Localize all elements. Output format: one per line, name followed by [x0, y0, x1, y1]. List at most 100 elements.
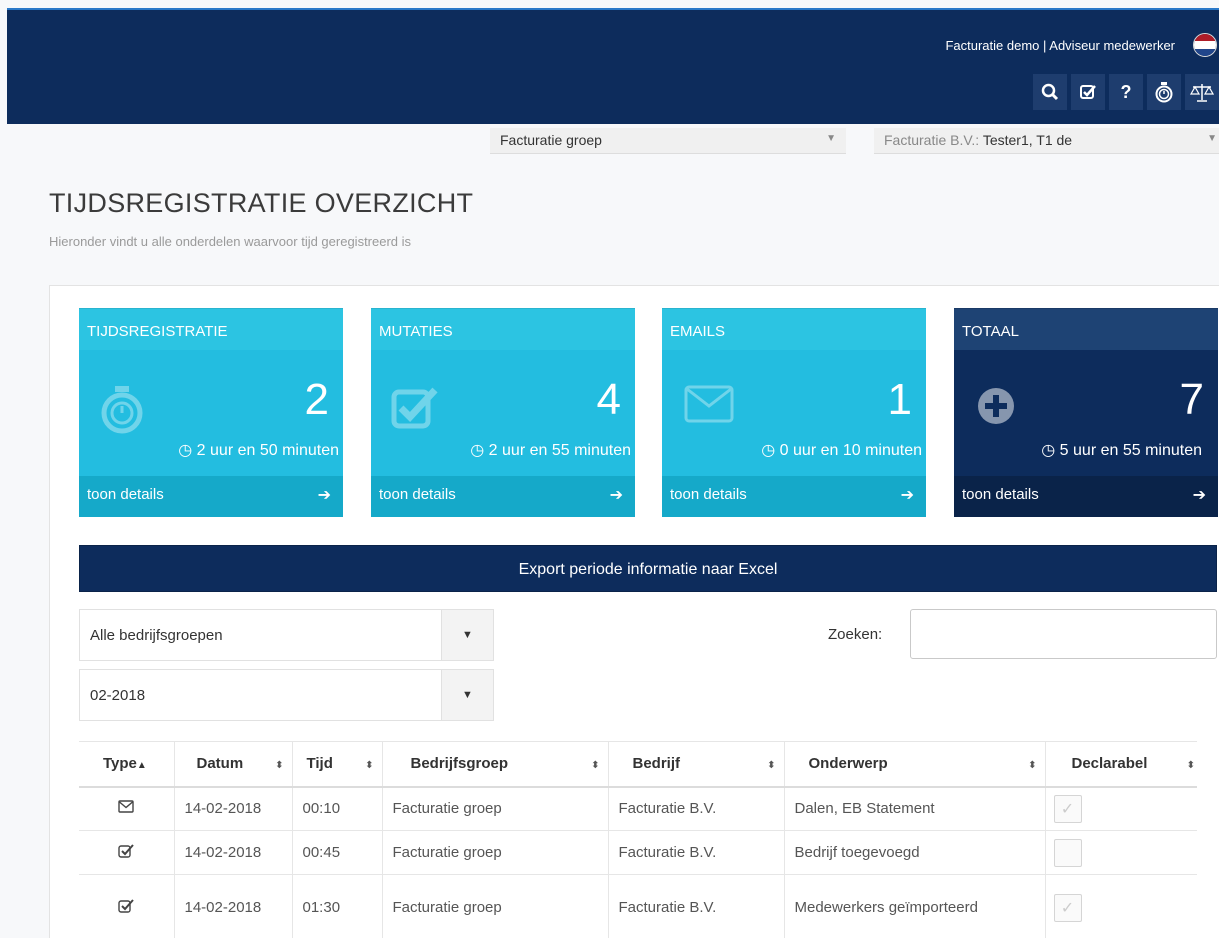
card-emails: EMAILS 1 ◷ 0 uur en 10 minuten toon deta…: [662, 308, 926, 517]
tijd-cell: 00:10: [292, 786, 383, 831]
col-tijd[interactable]: Tijd ⬍: [292, 741, 383, 788]
page-title: TIJDSREGISTRATIE OVERZICHT: [49, 188, 474, 218]
arrow-right-icon: ➔: [609, 487, 623, 504]
card-label: TOTAAL: [954, 308, 1218, 350]
onderwerp-cell: Medewerkers geïmporteerd: [784, 874, 1046, 938]
group-select[interactable]: Facturatie groep ▼: [490, 128, 846, 154]
stopwatch-icon[interactable]: [1147, 74, 1181, 110]
col-bedrijf[interactable]: Bedrijf ⬍: [608, 741, 785, 788]
card-time: ◷ 0 uur en 10 minuten: [761, 440, 922, 460]
card-link-label: toon details: [379, 486, 456, 503]
caret-down-icon[interactable]: ▼: [441, 670, 493, 720]
card-time-text: 5 uur en 55 minuten: [1059, 442, 1202, 459]
table-row[interactable]: 14-02-2018 00:45 Facturatie groep Factur…: [79, 830, 1197, 875]
sort-asc-icon: ▲: [136, 760, 147, 772]
card-count: 2: [304, 375, 329, 424]
bedrijfsgroep-cell: Facturatie groep: [382, 830, 609, 875]
card-time: ◷ 2 uur en 50 minuten: [178, 440, 339, 460]
table-row[interactable]: 14-02-2018 01:30 Facturatie groep Factur…: [79, 874, 1197, 938]
search-input[interactable]: [910, 609, 1217, 659]
card-count: 7: [1179, 375, 1204, 424]
col-label: Bedrijfsgroep: [410, 755, 509, 773]
type-cell: [79, 786, 175, 831]
help-icon[interactable]: ?: [1109, 74, 1143, 110]
card-count: 4: [596, 375, 621, 424]
col-onderwerp[interactable]: Onderwerp ⬍: [784, 741, 1046, 788]
context-selectors: Facturatie groep ▼ Facturatie B.V.: Test…: [0, 124, 1219, 156]
sort-icon: ⬍: [275, 760, 284, 771]
col-label: Type: [103, 755, 137, 773]
card-time-text: 0 uur en 10 minuten: [779, 442, 922, 459]
check-square-icon[interactable]: [1071, 74, 1105, 110]
declarabel-cell: ✓: [1045, 786, 1197, 831]
card-mutaties: MUTATIES 4 ◷ 2 uur en 55 minuten toon de…: [371, 308, 635, 517]
group-select-value: Facturatie groep: [500, 132, 602, 148]
card-details-link[interactable]: toon details ➔: [79, 476, 343, 517]
balance-scale-icon[interactable]: [1185, 74, 1219, 110]
user-info[interactable]: Facturatie demo | Adviseur medewerker: [945, 38, 1175, 53]
top-navbar: Facturatie demo | Adviseur medewerker ?: [7, 8, 1219, 124]
export-excel-button[interactable]: Export periode informatie naar Excel: [79, 545, 1217, 592]
card-details-link[interactable]: toon details ➔: [662, 476, 926, 517]
check-square-icon: [118, 844, 134, 862]
bedrijf-cell: Facturatie B.V.: [608, 874, 785, 938]
arrow-right-icon: ➔: [317, 487, 331, 504]
period-filter[interactable]: 02-2018 ▼: [79, 669, 494, 721]
company-select[interactable]: Facturatie B.V.: Tester1, T1 de ▼: [874, 128, 1219, 154]
declarabel-cell: ✓: [1045, 874, 1197, 938]
arrow-right-icon: ➔: [900, 487, 914, 504]
bedrijfsgroep-filter-value: Alle bedrijfsgroepen: [90, 627, 223, 644]
company-select-value: Tester1, T1 de: [982, 132, 1073, 148]
sort-icon: ⬍: [365, 760, 374, 771]
col-bedrijfsgroep[interactable]: Bedrijfsgroep ⬍: [382, 741, 609, 788]
card-time-text: 2 uur en 55 minuten: [488, 442, 631, 459]
language-flag-icon[interactable]: [1193, 33, 1217, 57]
col-label: Onderwerp: [808, 755, 888, 773]
card-tijdsregistratie: TIJDSREGISTRATIE 2 ◷ 2 uur en 50 minuten…: [79, 308, 343, 517]
clock-icon: ◷: [761, 442, 776, 459]
bedrijfsgroep-cell: Facturatie groep: [382, 874, 609, 938]
card-label: EMAILS: [662, 308, 926, 350]
bedrijf-cell: Facturatie B.V.: [608, 830, 785, 875]
toolbar-icons: ?: [1033, 74, 1219, 110]
card-link-label: toon details: [87, 486, 164, 503]
card-time: ◷ 5 uur en 55 minuten: [1041, 440, 1202, 460]
datum-cell: 14-02-2018: [174, 786, 293, 831]
plus-circle-icon: [974, 384, 1018, 436]
table-row[interactable]: 14-02-2018 00:10 Facturatie groep Factur…: [79, 786, 1197, 831]
onderwerp-cell: Bedrijf toegevoegd: [784, 830, 1046, 875]
declarabel-checkbox[interactable]: [1053, 838, 1082, 867]
table-header-row: Type▲ Datum ⬍ Tijd ⬍ Bedrijfsgroep ⬍ Bedrij…: [79, 741, 1197, 788]
card-link-label: toon details: [670, 486, 747, 503]
bedrijfsgroep-filter[interactable]: Alle bedrijfsgroepen ▼: [79, 609, 494, 661]
card-label: MUTATIES: [371, 308, 635, 350]
stopwatch-icon: [99, 384, 145, 442]
check-square-icon: [118, 899, 134, 917]
col-type[interactable]: Type▲: [79, 741, 175, 788]
card-link-label: toon details: [962, 486, 1039, 503]
card-totaal: TOTAAL 7 ◷ 5 uur en 55 minuten toon deta…: [954, 308, 1218, 517]
declarabel-cell: [1045, 830, 1197, 875]
clock-icon: ◷: [1041, 442, 1056, 459]
company-select-prefix: Facturatie B.V.:: [884, 132, 980, 148]
search-icon[interactable]: [1033, 74, 1067, 110]
declarabel-checkbox[interactable]: ✓: [1053, 893, 1082, 922]
col-label: Tijd: [306, 755, 333, 773]
clock-icon: ◷: [470, 442, 485, 459]
col-datum[interactable]: Datum ⬍: [174, 741, 293, 788]
registration-table: Type▲ Datum ⬍ Tijd ⬍ Bedrijfsgroep ⬍ Bedrij…: [79, 741, 1197, 938]
col-label: Bedrijf: [632, 755, 681, 773]
declarabel-checkbox[interactable]: ✓: [1053, 794, 1082, 823]
envelope-icon: [118, 800, 134, 817]
clock-icon: ◷: [178, 442, 193, 459]
card-details-link[interactable]: toon details ➔: [371, 476, 635, 517]
sort-icon: ⬍: [1028, 760, 1037, 771]
check-square-icon: [391, 384, 439, 438]
sort-icon: ⬍: [591, 760, 600, 771]
type-cell: [79, 874, 175, 938]
bedrijfsgroep-cell: Facturatie groep: [382, 786, 609, 831]
datum-cell: 14-02-2018: [174, 874, 293, 938]
col-declarabel[interactable]: Declarabel ⬍: [1045, 741, 1197, 788]
card-details-link[interactable]: toon details ➔: [954, 476, 1218, 517]
caret-down-icon[interactable]: ▼: [441, 610, 493, 660]
